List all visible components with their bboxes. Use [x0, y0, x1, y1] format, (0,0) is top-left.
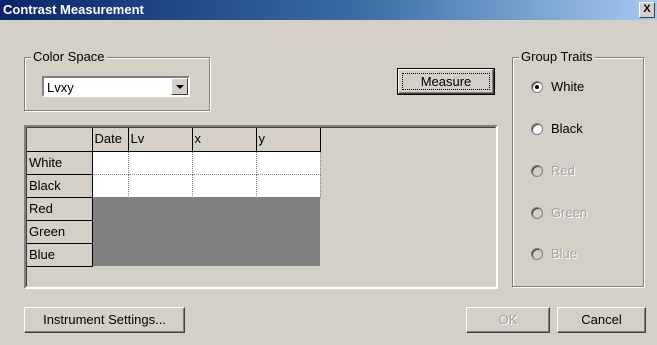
color-space-select[interactable]: Lvxy: [42, 76, 190, 97]
title-bar: Contrast Measurement X: [0, 0, 657, 20]
instrument-settings-label: Instrument Settings...: [43, 312, 166, 327]
table-cell[interactable]: [256, 151, 321, 175]
row-header-green: Green: [27, 220, 93, 244]
disabled-cells: [92, 197, 320, 266]
radio-label-white: White: [551, 79, 585, 94]
table-header-row: Date Lv x y: [27, 128, 321, 152]
grid-inner-border: Date Lv x y White Black Red Green Blue: [26, 127, 496, 287]
table-row: Red: [27, 197, 320, 266]
cancel-label: Cancel: [581, 312, 622, 327]
close-icon: X: [643, 3, 651, 15]
instrument-settings-button[interactable]: Instrument Settings...: [24, 307, 185, 333]
radio-button-checked[interactable]: [531, 81, 543, 93]
measurement-table[interactable]: Date Lv x y White Black Red Green Blue: [27, 128, 321, 267]
column-header-date: Date: [92, 128, 129, 152]
table-cell[interactable]: [192, 174, 257, 198]
radio-label-red: Red: [551, 163, 575, 178]
table-cell[interactable]: [92, 174, 129, 198]
column-header-x: x: [192, 128, 257, 152]
ok-button: OK: [466, 307, 550, 333]
chevron-down-icon[interactable]: [171, 78, 188, 95]
table-row[interactable]: Black: [27, 174, 321, 198]
table-cell[interactable]: [256, 174, 321, 198]
radio-label-black: Black: [551, 121, 583, 136]
window-title: Contrast Measurement: [3, 2, 144, 17]
color-space-value: Lvxy: [47, 80, 74, 95]
table-cell[interactable]: [128, 174, 193, 198]
row-header-red: Red: [27, 197, 93, 221]
measurement-grid[interactable]: Date Lv x y White Black Red Green Blue: [24, 125, 498, 289]
radio-button-disabled: [531, 165, 543, 177]
table-row[interactable]: White: [27, 151, 321, 175]
radio-button[interactable]: [531, 123, 543, 135]
color-space-label: Color Space: [31, 49, 107, 64]
header-corner: [27, 128, 93, 152]
column-header-y: y: [256, 128, 321, 152]
close-button[interactable]: X: [639, 2, 655, 18]
row-header-blue: Blue: [27, 243, 93, 267]
radio-label-blue: Blue: [551, 246, 578, 261]
table-cell[interactable]: [92, 151, 129, 175]
row-header-white: White: [27, 151, 93, 175]
column-header-lv: Lv: [128, 128, 193, 152]
cancel-button[interactable]: Cancel: [557, 307, 646, 333]
measure-button[interactable]: Measure: [397, 68, 495, 95]
radio-button-disabled: [531, 207, 543, 219]
radio-label-green: Green: [551, 205, 588, 220]
table-cell[interactable]: [192, 151, 257, 175]
table-cell[interactable]: [128, 151, 193, 175]
ok-label: OK: [498, 312, 518, 327]
focus-indicator: [402, 73, 490, 90]
row-header-black: Black: [27, 174, 93, 198]
radio-button-disabled: [531, 248, 543, 260]
group-traits-label: Group Traits: [519, 49, 595, 64]
